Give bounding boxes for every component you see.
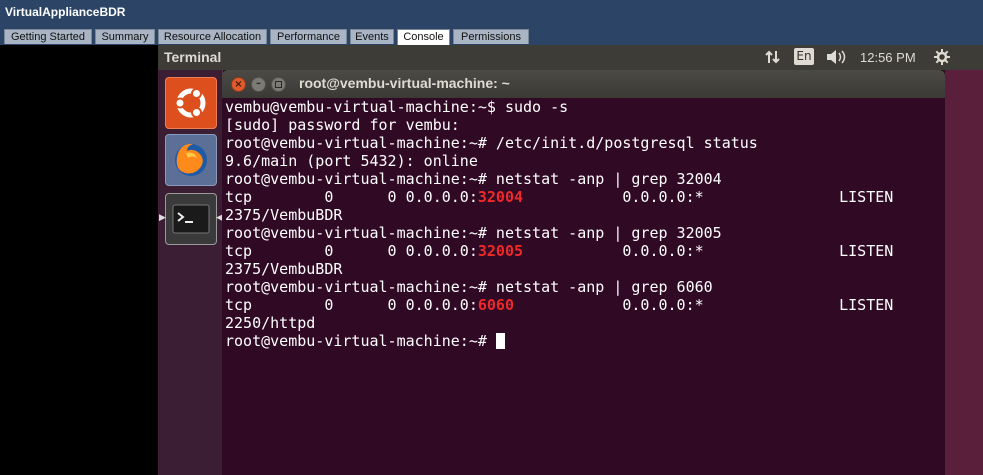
maximize-icon[interactable] (271, 77, 286, 92)
netstat-state: 0.0.0.0:* LISTEN (523, 188, 894, 206)
volume-icon[interactable] (825, 48, 847, 70)
netstat-state: 0.0.0.0:* LISTEN (523, 242, 894, 260)
terminal-launcher-button[interactable] (165, 193, 217, 245)
firefox-launcher-button[interactable] (165, 134, 217, 186)
terminal-title-bar[interactable]: × – root@vembu-virtual-machine: ~ (222, 70, 945, 98)
clock[interactable]: 12:56 PM (860, 50, 916, 65)
netstat-columns: tcp 0 0 0.0.0.0: (225, 296, 478, 314)
netstat-columns: tcp 0 0 0.0.0.0: (225, 188, 478, 206)
desktop-wallpaper-edge (945, 70, 983, 475)
ubuntu-logo-icon (174, 88, 206, 118)
terminal-output[interactable]: vembu@vembu-virtual-machine:~$ sudo -s [… (222, 98, 945, 475)
terminal-line: root@vembu-virtual-machine:~# netstat -a… (225, 278, 713, 296)
vm-tab-bar: Getting Started Summary Resource Allocat… (0, 29, 983, 45)
terminal-line: 2250/httpd (225, 314, 316, 332)
terminal-line: 2375/VembuBDR (225, 260, 343, 278)
text-cursor (495, 333, 505, 349)
tab-summary[interactable]: Summary (95, 29, 155, 44)
keyboard-layout-indicator[interactable]: En (794, 48, 814, 65)
terminal-line: root@vembu-virtual-machine:~# netstat -a… (225, 170, 722, 188)
ubuntu-top-panel: Terminal En 12:56 PM (158, 45, 983, 70)
terminal-line: tcp 0 0 0.0.0.0:32004 0.0.0.0:* LISTEN (225, 188, 893, 206)
dash-button[interactable] (165, 77, 217, 129)
terminal-line: 2375/VembuBDR (225, 206, 343, 224)
terminal-icon (172, 204, 210, 234)
terminal-line: root@vembu-virtual-machine:~# netstat -a… (225, 224, 722, 242)
tab-permissions[interactable]: Permissions (453, 29, 529, 44)
close-icon[interactable]: × (231, 77, 246, 92)
netstat-state: 0.0.0.0:* LISTEN (514, 296, 894, 314)
tab-events[interactable]: Events (350, 29, 394, 44)
port-highlight: 32004 (477, 188, 524, 206)
tab-resource-allocation[interactable]: Resource Allocation (158, 29, 267, 44)
terminal-line: 9.6/main (port 5432): online (225, 152, 478, 170)
firefox-icon (175, 143, 207, 176)
port-highlight: 6060 (477, 296, 514, 314)
terminal-line: root@vembu-virtual-machine:~# /etc/init.… (225, 134, 758, 152)
terminal-line: [sudo] password for vembu: (225, 116, 460, 134)
running-indicator-icon: ▶ (159, 213, 166, 223)
tab-getting-started[interactable]: Getting Started (4, 29, 92, 44)
port-highlight: 32005 (477, 242, 524, 260)
tab-performance[interactable]: Performance (270, 29, 347, 44)
netstat-columns: tcp 0 0 0.0.0.0: (225, 242, 478, 260)
terminal-prompt-line[interactable]: root@vembu-virtual-machine:~# (225, 332, 505, 350)
terminal-line: tcp 0 0 0.0.0.0:6060 0.0.0.0:* LISTEN (225, 296, 893, 314)
vm-title: VirtualApplianceBDR (5, 5, 126, 19)
network-updown-icon[interactable] (764, 48, 782, 70)
terminal-line: vembu@vembu-virtual-machine:~$ sudo -s (225, 98, 569, 116)
vsphere-title-bar: VirtualApplianceBDR (0, 0, 983, 29)
tab-console[interactable]: Console (397, 29, 450, 45)
prompt-text: root@vembu-virtual-machine:~# (225, 332, 496, 350)
minimize-icon[interactable]: – (251, 77, 266, 92)
active-app-title: Terminal (164, 49, 222, 65)
terminal-line: tcp 0 0 0.0.0.0:32005 0.0.0.0:* LISTEN (225, 242, 893, 260)
terminal-window-title: root@vembu-virtual-machine: ~ (299, 75, 510, 91)
gear-icon[interactable] (933, 48, 951, 70)
ubuntu-launcher: ▶ ◀ (158, 70, 223, 475)
